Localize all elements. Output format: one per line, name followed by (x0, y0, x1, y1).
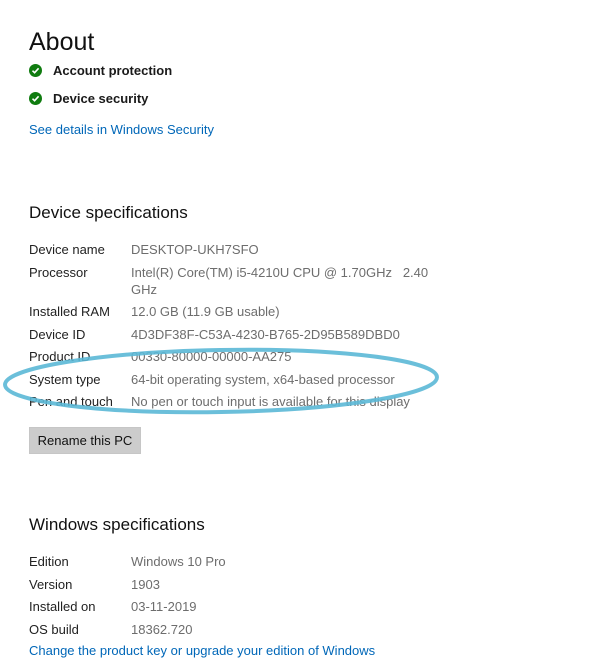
spec-row-edition: Edition Windows 10 Pro (29, 553, 429, 570)
spec-row-product-id: Product ID 00330-80000-00000-AA275 (29, 348, 429, 365)
about-title: About (29, 28, 95, 56)
check-icon (29, 91, 42, 105)
spec-value: Windows 10 Pro (131, 554, 226, 569)
windows-security-link[interactable]: See details in Windows Security (29, 122, 214, 137)
check-icon (29, 63, 42, 77)
spec-value: 4D3DF38F-C53A-4230-B765-2D95B589DBD0 (131, 327, 400, 342)
spec-value: 1903 (131, 577, 160, 592)
windows-specifications-heading: Windows specifications (29, 515, 205, 534)
account-protection-status: Account protection (29, 60, 172, 80)
spec-row-installed-ram: Installed RAM 12.0 GB (11.9 GB usable) (29, 303, 429, 320)
device-security-label: Device security (53, 90, 149, 106)
spec-label: Pen and touch (29, 394, 113, 409)
spec-row-pen-and-touch: Pen and touch No pen or touch input is a… (29, 393, 449, 410)
spec-label: Device ID (29, 327, 86, 342)
spec-row-processor: Processor Intel(R) Core(TM) i5-4210U CPU… (29, 264, 429, 298)
spec-label: System type (29, 372, 101, 387)
account-protection-label: Account protection (53, 62, 173, 78)
spec-value: DESKTOP-UKH7SFO (131, 242, 259, 257)
spec-value: 12.0 GB (11.9 GB usable) (131, 304, 280, 319)
spec-label: Installed on (29, 599, 96, 614)
rename-pc-button[interactable]: Rename this PC (29, 427, 141, 454)
spec-label: Version (29, 577, 73, 592)
spec-value: 00330-80000-00000-AA275 (131, 349, 292, 364)
spec-value: No pen or touch input is available for t… (131, 394, 410, 409)
spec-label: Device name (29, 242, 105, 257)
device-security-status: Device security (29, 88, 148, 108)
spec-value: Intel(R) Core(TM) i5-4210U CPU @ 1.70GHz… (131, 265, 432, 297)
spec-value: 03-11-2019 (131, 599, 197, 614)
spec-label: OS build (29, 622, 79, 637)
spec-label: Edition (29, 554, 69, 569)
spec-value: 18362.720 (131, 622, 193, 637)
device-specifications-heading: Device specifications (29, 203, 188, 222)
spec-row-system-type: System type 64-bit operating system, x64… (29, 371, 429, 388)
spec-row-os-build: OS build 18362.720 (29, 621, 429, 638)
spec-label: Processor (29, 265, 88, 280)
spec-label: Installed RAM (29, 304, 110, 319)
spec-row-device-name: Device name DESKTOP-UKH7SFO (29, 241, 429, 258)
spec-row-device-id: Device ID 4D3DF38F-C53A-4230-B765-2D95B5… (29, 326, 429, 343)
change-product-key-link[interactable]: Change the product key or upgrade your e… (29, 643, 375, 658)
spec-label: Product ID (29, 349, 91, 364)
spec-row-installed-on: Installed on 03-11-2019 (29, 598, 429, 615)
spec-value: 64-bit operating system, x64-based proce… (131, 372, 395, 387)
spec-row-version: Version 1903 (29, 576, 429, 593)
